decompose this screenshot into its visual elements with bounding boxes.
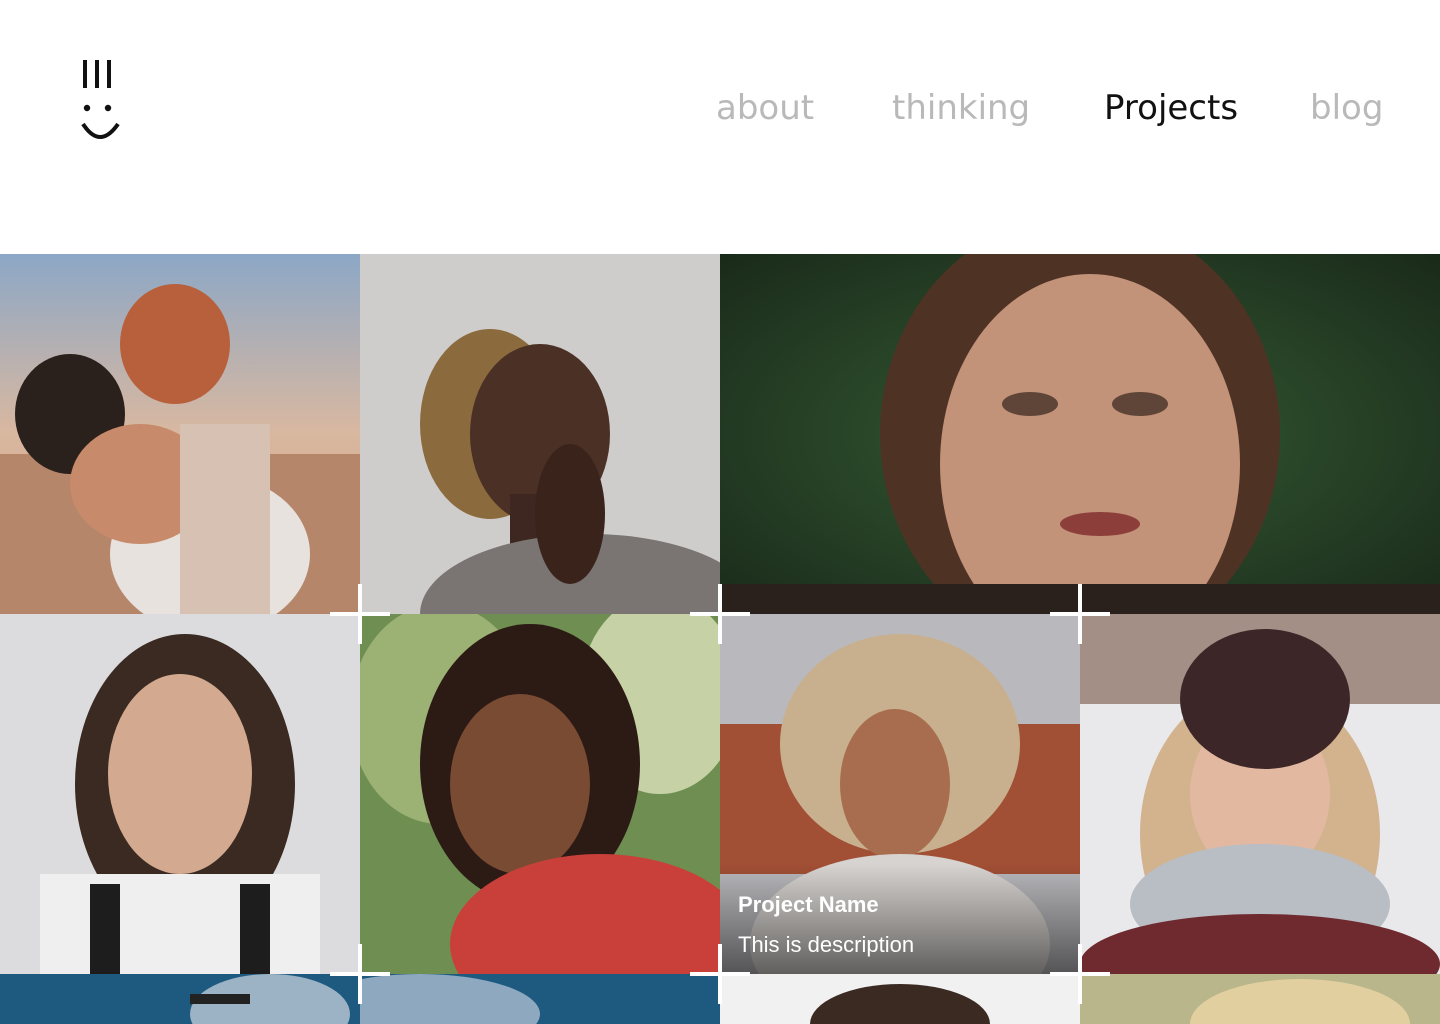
project-photo bbox=[360, 974, 720, 1024]
project-name: Project Name bbox=[738, 892, 879, 917]
nav-about[interactable]: about bbox=[716, 88, 814, 128]
project-tile[interactable] bbox=[0, 254, 360, 614]
project-photo bbox=[720, 254, 1440, 614]
project-photo bbox=[1080, 614, 1440, 974]
nav-blog[interactable]: blog bbox=[1310, 88, 1383, 128]
project-tile[interactable] bbox=[360, 974, 720, 1024]
project-photo bbox=[360, 614, 720, 974]
project-photo bbox=[0, 614, 360, 974]
project-tile[interactable] bbox=[720, 974, 1080, 1024]
site-header: about thinking Projects blog bbox=[0, 0, 1440, 254]
project-tile[interactable] bbox=[360, 254, 720, 614]
project-photo bbox=[360, 254, 720, 614]
project-tile[interactable] bbox=[360, 614, 720, 974]
project-tile[interactable] bbox=[0, 614, 360, 974]
project-tile[interactable] bbox=[0, 974, 360, 1024]
project-tile[interactable] bbox=[1080, 614, 1440, 974]
project-tile[interactable] bbox=[720, 254, 1440, 614]
project-photo bbox=[720, 974, 1080, 1024]
project-photo bbox=[0, 254, 360, 614]
project-gallery: Project Name This is description bbox=[0, 254, 1440, 1024]
project-tile-hovered[interactable]: Project Name This is description bbox=[720, 614, 1080, 974]
project-tile[interactable] bbox=[1080, 974, 1440, 1024]
project-description: This is description bbox=[738, 932, 915, 957]
nav-projects[interactable]: Projects bbox=[1104, 88, 1238, 128]
project-photo bbox=[0, 974, 360, 1024]
smiley-logo-icon[interactable] bbox=[80, 58, 124, 144]
nav-thinking[interactable]: thinking bbox=[892, 88, 1030, 128]
project-photo bbox=[1080, 974, 1440, 1024]
